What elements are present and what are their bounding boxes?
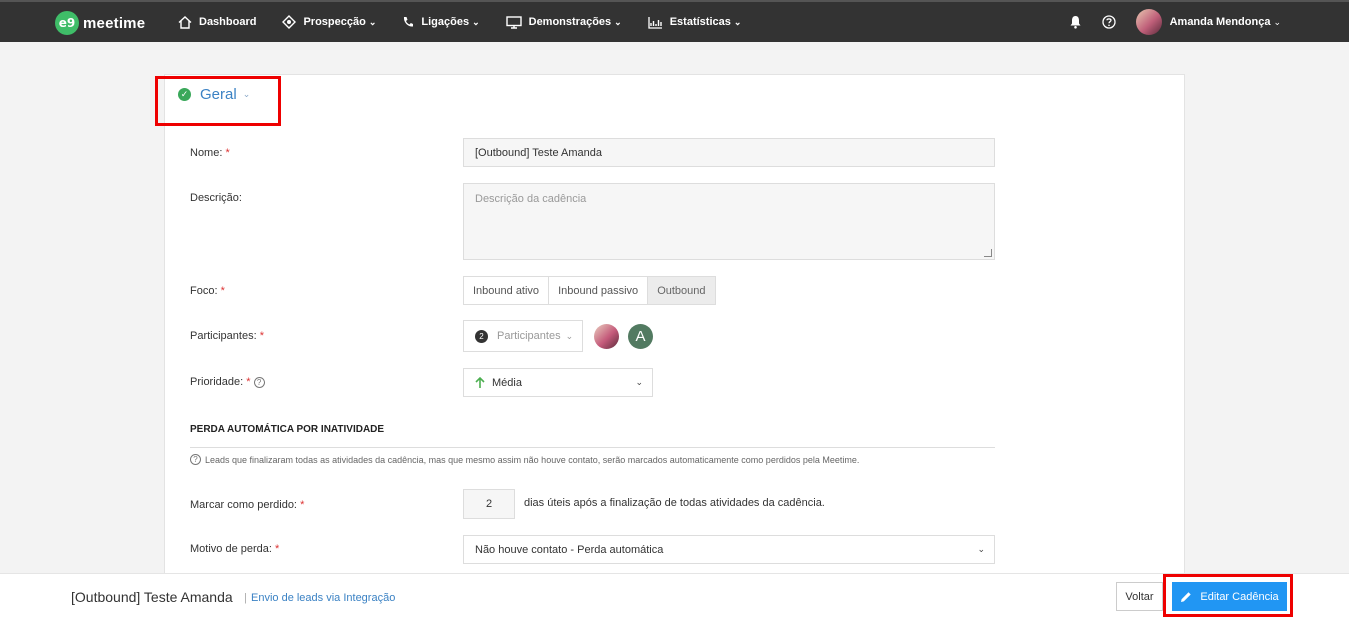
foco-inbound-ativo[interactable]: Inbound ativo xyxy=(464,277,550,304)
help-circle-icon: ? xyxy=(190,454,201,465)
footer-integration-link[interactable]: Envio de leads via Integração xyxy=(251,592,395,604)
user-nav: Amanda Mendonça ⌄ xyxy=(1069,2,1281,42)
help-circle-icon[interactable]: ? xyxy=(253,376,265,388)
chevron-down-icon: ⌄ xyxy=(635,377,643,387)
chevron-down-icon: ⌄ xyxy=(242,89,251,99)
phone-icon xyxy=(404,17,414,27)
chevron-down-icon: ⌄ xyxy=(565,330,574,341)
notifications-button[interactable] xyxy=(1069,15,1082,29)
foco-label: Foco: * xyxy=(190,285,225,297)
participantes-dropdown[interactable]: 2 Participantes ⌄ xyxy=(463,320,583,352)
chevron-down-icon: ⌄ xyxy=(977,544,985,554)
nav-demonstracoes[interactable]: Demonstrações ⌄ xyxy=(505,15,622,29)
voltar-button[interactable]: Voltar xyxy=(1116,582,1163,611)
user-avatar xyxy=(1135,9,1162,35)
nome-label: Nome: * xyxy=(190,147,230,159)
nav-ligacoes-label: Ligações xyxy=(421,16,470,28)
user-name: Amanda Mendonça xyxy=(1169,16,1271,28)
home-icon xyxy=(178,15,192,29)
footer-cadence-title: [Outbound] Teste Amanda xyxy=(71,589,233,605)
descricao-label: Descrição: xyxy=(190,192,242,204)
nav-demonstracoes-label: Demonstrações xyxy=(528,16,612,28)
participantes-count-badge: 2 xyxy=(475,329,488,343)
chevron-down-icon: ⌄ xyxy=(1273,16,1281,27)
nome-input[interactable]: [Outbound] Teste Amanda xyxy=(463,138,995,167)
section-title: Geral xyxy=(200,86,237,103)
edit-cadence-label: Editar Cadência xyxy=(1200,590,1279,603)
perda-hint: ? Leads que finalizaram todas as ativida… xyxy=(190,454,859,465)
user-menu[interactable]: Amanda Mendonça ⌄ xyxy=(1135,9,1281,35)
footer-separator: | xyxy=(244,592,247,604)
participant-avatar-initial[interactable]: A xyxy=(628,324,653,349)
chevron-down-icon: ⌄ xyxy=(368,16,377,27)
motivo-select[interactable]: Não houve contato - Perda automática ⌄ xyxy=(463,535,995,564)
check-circle-icon: ✓ xyxy=(178,88,191,101)
chart-icon xyxy=(648,16,662,29)
descricao-placeholder: Descrição da cadência xyxy=(475,193,587,205)
perda-heading: PERDA AUTOMÁTICA POR INATIVIDADE xyxy=(190,424,385,435)
motivo-value: Não houve contato - Perda automática xyxy=(475,543,664,556)
perda-hint-text: Leads que finalizaram todas as atividade… xyxy=(205,454,860,465)
target-icon xyxy=(282,15,297,29)
pencil-icon xyxy=(1181,591,1192,602)
marcar-label: Marcar como perdido: * xyxy=(190,499,305,511)
arrow-up-icon xyxy=(475,376,485,388)
nav-ligacoes[interactable]: Ligações ⌄ xyxy=(402,16,480,28)
resize-handle-icon[interactable] xyxy=(984,249,992,257)
participant-avatar-photo[interactable] xyxy=(594,324,619,349)
meetime-logo[interactable]: e9 meetime xyxy=(55,11,145,35)
monitor-icon xyxy=(505,15,522,29)
chevron-down-icon: ⌄ xyxy=(733,16,742,27)
help-icon xyxy=(1101,15,1116,29)
nav-estatisticas[interactable]: Estatísticas ⌄ xyxy=(648,16,742,29)
dias-uteis-input[interactable]: 2 xyxy=(463,489,515,519)
nav-dashboard-label: Dashboard xyxy=(199,16,257,28)
help-button[interactable] xyxy=(1101,15,1116,29)
bell-icon xyxy=(1070,16,1081,29)
section-divider xyxy=(190,447,995,448)
nav-dashboard[interactable]: Dashboard xyxy=(178,15,257,29)
main-nav: Dashboard Prospecção ⌄ Ligações ⌄ Demons… xyxy=(178,2,767,42)
nav-prospeccao[interactable]: Prospecção ⌄ xyxy=(282,15,376,29)
chevron-down-icon: ⌄ xyxy=(614,16,622,27)
chevron-down-icon: ⌄ xyxy=(472,16,480,27)
participantes-button-label: Participantes xyxy=(497,330,561,342)
motivo-label: Motivo de perda: * xyxy=(190,543,280,555)
section-geral-toggle[interactable]: ✓ Geral ⌄ xyxy=(178,86,250,103)
participantes-label: Participantes: * xyxy=(190,330,264,342)
logo-badge: e9 xyxy=(55,11,79,35)
prioridade-value: Média xyxy=(492,376,522,389)
descricao-textarea[interactable]: Descrição da cadência xyxy=(463,183,995,260)
nav-prospeccao-label: Prospecção xyxy=(303,16,366,28)
edit-cadence-button[interactable]: Editar Cadência xyxy=(1172,582,1287,611)
prioridade-select[interactable]: Média ⌄ xyxy=(463,368,653,397)
nav-estatisticas-label: Estatísticas xyxy=(669,16,731,28)
foco-segmented-control: Inbound ativo Inbound passivo Outbound xyxy=(463,276,716,305)
prioridade-label: Prioridade: * ? xyxy=(190,376,269,388)
top-navbar: e9 meetime Dashboard Prospecção ⌄ Ligaçõ… xyxy=(0,0,1349,42)
dias-uteis-suffix: dias úteis após a finalização de todas a… xyxy=(524,497,825,509)
foco-inbound-passivo[interactable]: Inbound passivo xyxy=(549,277,649,304)
foco-outbound[interactable]: Outbound xyxy=(648,277,715,304)
logo-text: meetime xyxy=(83,14,146,32)
